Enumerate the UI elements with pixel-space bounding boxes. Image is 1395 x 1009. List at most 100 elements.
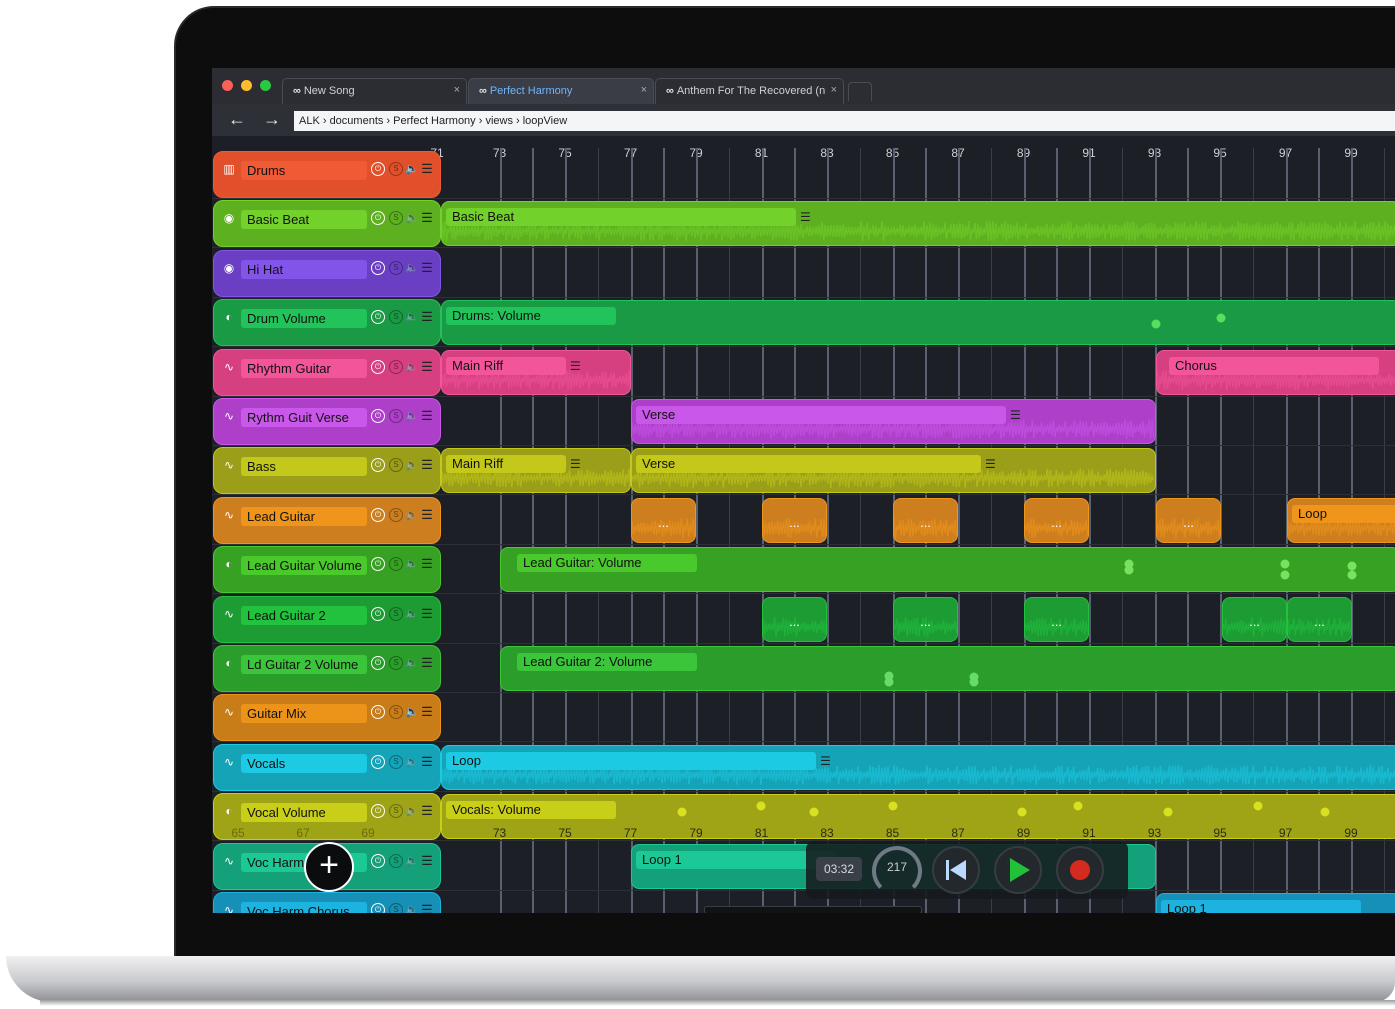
track-menu-icon[interactable]: ☰ bbox=[420, 557, 434, 571]
track-name[interactable]: Voc Harm Chorus bbox=[241, 902, 367, 913]
power-icon[interactable]: ⏻ bbox=[371, 557, 385, 572]
track-menu-icon[interactable]: ☰ bbox=[420, 310, 434, 324]
solo-button[interactable]: S bbox=[389, 606, 403, 621]
solo-button[interactable]: S bbox=[389, 903, 403, 913]
speaker-icon[interactable]: 🔈 bbox=[405, 211, 419, 225]
tab-anthem[interactable]: ∞ Anthem For The Recovered (n × bbox=[655, 78, 844, 104]
speaker-icon[interactable]: 🔈 bbox=[405, 804, 419, 818]
power-icon[interactable]: ⏻ bbox=[371, 162, 385, 176]
back-arrow-icon[interactable]: ← bbox=[228, 109, 246, 129]
solo-button[interactable]: S bbox=[389, 804, 403, 819]
track-name[interactable]: Rythm Guit Verse bbox=[241, 408, 367, 427]
track-header[interactable]: ◐ Lead Guitar Volume ⏻ S 🔈 ☰ bbox=[213, 546, 441, 594]
automation-node[interactable] bbox=[888, 801, 898, 811]
close-window-dot[interactable] bbox=[222, 80, 233, 91]
track-header[interactable]: ∿ Rhythm Guitar ⏻ S 🔈 ☰ bbox=[213, 348, 441, 396]
track-menu-icon[interactable]: ☰ bbox=[420, 705, 434, 719]
clip-bass-verse[interactable]: Verse ☰ bbox=[631, 448, 1156, 494]
clip-menu-icon[interactable]: ☰ bbox=[570, 359, 581, 373]
track-menu-icon[interactable]: ☰ bbox=[420, 508, 434, 522]
clip-lead-guitar-2[interactable]: ... bbox=[1024, 596, 1089, 642]
speaker-icon[interactable]: 🔈 bbox=[405, 409, 419, 423]
clip-menu-icon[interactable]: ☰ bbox=[800, 210, 811, 224]
track-menu-icon[interactable]: ☰ bbox=[420, 409, 434, 423]
track-header[interactable]: ∿ Lead Guitar ⏻ S 🔈 ☰ bbox=[213, 496, 441, 544]
track-name[interactable]: Guitar Mix bbox=[241, 704, 367, 724]
clip-verse[interactable]: Verse ☰ bbox=[631, 399, 1156, 444]
track-menu-icon[interactable]: ☰ bbox=[420, 607, 434, 621]
track-header[interactable]: ∿ Voc Harm Chorus ⏻ S 🔈 ☰ bbox=[213, 892, 441, 913]
power-icon[interactable]: ⏻ bbox=[371, 409, 385, 423]
track-menu-icon[interactable]: ☰ bbox=[420, 854, 434, 868]
solo-button[interactable]: S bbox=[389, 705, 403, 720]
track-header[interactable]: ◐ Vocal Volume ⏻ S 🔈 ☰ bbox=[213, 793, 441, 841]
automation-node[interactable] bbox=[969, 677, 979, 687]
track-header[interactable]: ∿ Guitar Mix ⏻ S 🔈 ☰ bbox=[213, 694, 441, 742]
automation-node[interactable] bbox=[756, 801, 766, 811]
solo-button[interactable]: S bbox=[389, 162, 403, 176]
rewind-button[interactable] bbox=[932, 846, 980, 894]
play-button[interactable] bbox=[994, 846, 1042, 894]
power-icon[interactable]: ⏻ bbox=[371, 754, 385, 769]
automation-node[interactable] bbox=[1073, 801, 1083, 811]
clip-bass-main-riff[interactable]: Main Riff ☰ bbox=[441, 448, 631, 494]
speaker-icon[interactable]: 🔈 bbox=[405, 607, 419, 621]
clip-lead-guitar-volume[interactable]: Lead Guitar: Volume bbox=[500, 547, 1395, 593]
add-track-button[interactable]: + bbox=[304, 842, 354, 892]
clip-lead-guitar-2[interactable]: ... bbox=[893, 596, 958, 642]
power-icon[interactable]: ⏻ bbox=[371, 260, 385, 275]
track-name[interactable]: Basic Beat bbox=[241, 210, 367, 230]
clip-basic-beat[interactable]: Basic Beat ☰ bbox=[441, 201, 1395, 247]
solo-button[interactable]: S bbox=[389, 359, 403, 374]
track-menu-icon[interactable]: ☰ bbox=[420, 162, 434, 176]
speaker-icon[interactable]: 🔈 bbox=[405, 310, 419, 324]
power-icon[interactable]: ⏻ bbox=[371, 359, 385, 374]
tab-perfect-harmony[interactable]: ∞ Perfect Harmony × bbox=[468, 78, 654, 104]
automation-node[interactable] bbox=[1017, 807, 1027, 817]
track-header[interactable]: ◉ Hi Hat ⏻ S 🔈 ☰ bbox=[213, 249, 441, 297]
track-menu-icon[interactable]: ☰ bbox=[420, 360, 434, 374]
power-icon[interactable]: ⏻ bbox=[371, 458, 385, 473]
tab-new-song[interactable]: ∞ New Song × bbox=[282, 78, 467, 104]
automation-node[interactable] bbox=[1163, 807, 1173, 817]
clip-lead-guitar-2[interactable]: ... bbox=[762, 596, 827, 642]
track-name[interactable]: Drum Volume bbox=[241, 309, 367, 329]
new-tab-button[interactable] bbox=[848, 82, 872, 101]
solo-button[interactable]: S bbox=[389, 458, 403, 473]
power-icon[interactable]: ⏻ bbox=[371, 903, 385, 913]
power-icon[interactable]: ⏻ bbox=[371, 310, 385, 325]
power-icon[interactable]: ⏻ bbox=[371, 853, 385, 868]
track-header[interactable]: ∿ Rythm Guit Verse ⏻ S 🔈 ☰ bbox=[213, 398, 441, 445]
close-tab-icon[interactable]: × bbox=[641, 84, 647, 96]
clip-main-riff[interactable]: Main Riff ☰ bbox=[441, 349, 631, 395]
automation-node[interactable] bbox=[1320, 807, 1330, 817]
track-header[interactable]: ◐ Ld Guitar 2 Volume ⏻ S 🔈 ☰ bbox=[213, 645, 441, 692]
clip-lead-guitar[interactable]: ... bbox=[762, 497, 827, 543]
minimize-window-dot[interactable] bbox=[241, 80, 252, 91]
track-header[interactable]: ◐ Drum Volume ⏻ S 🔈 ☰ bbox=[213, 299, 441, 347]
track-header[interactable]: ◉ Basic Beat ⏻ S 🔈 ☰ bbox=[213, 200, 441, 248]
automation-node[interactable] bbox=[1347, 561, 1357, 571]
clip-menu-icon[interactable]: ☰ bbox=[1010, 408, 1021, 422]
record-button[interactable] bbox=[1056, 846, 1104, 894]
track-menu-icon[interactable]: ☰ bbox=[420, 903, 434, 913]
power-icon[interactable]: ⏻ bbox=[371, 656, 385, 670]
maximize-window-dot[interactable] bbox=[260, 80, 271, 91]
clip-lead-guitar-2-volume[interactable]: Lead Guitar 2: Volume bbox=[500, 646, 1395, 691]
speaker-icon[interactable]: 🔈 bbox=[405, 656, 419, 670]
speaker-icon[interactable]: 🔈 bbox=[405, 705, 419, 719]
automation-node[interactable] bbox=[1280, 559, 1290, 569]
clip-lead-guitar-2[interactable]: ... bbox=[1222, 596, 1287, 642]
solo-button[interactable]: S bbox=[389, 409, 403, 423]
track-name[interactable]: Lead Guitar 2 bbox=[241, 605, 367, 625]
track-name[interactable]: Bass bbox=[241, 457, 367, 477]
power-icon[interactable]: ⏻ bbox=[371, 507, 385, 522]
speaker-icon[interactable]: 🔈 bbox=[405, 360, 419, 374]
automation-node[interactable] bbox=[1124, 565, 1134, 575]
solo-button[interactable]: S bbox=[389, 754, 403, 769]
clip-vocals-volume[interactable]: Vocals: Volume bbox=[441, 794, 1395, 840]
automation-node[interactable] bbox=[809, 807, 819, 817]
solo-button[interactable]: S bbox=[389, 656, 403, 670]
clip-vocals-loop[interactable]: Loop ☰ bbox=[441, 744, 1395, 790]
clip-lead-guitar[interactable]: ... bbox=[893, 497, 958, 543]
